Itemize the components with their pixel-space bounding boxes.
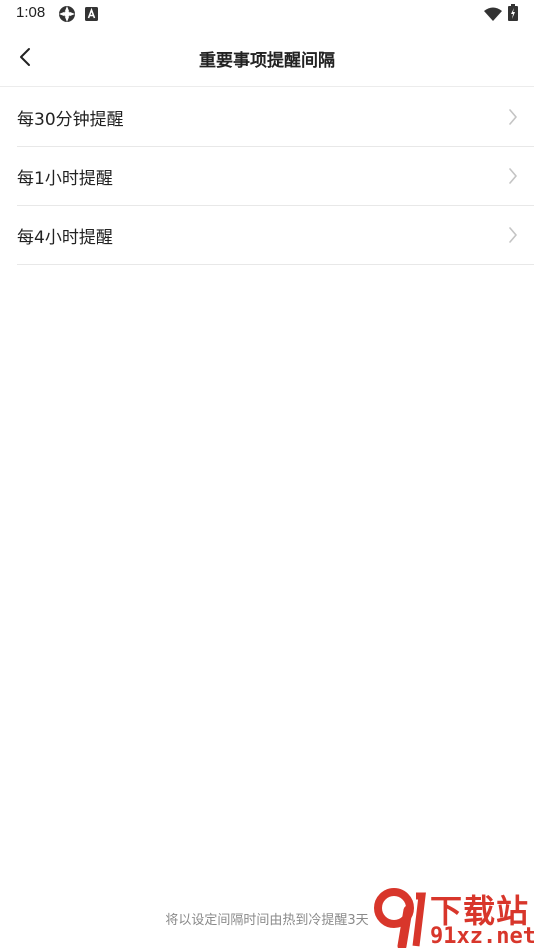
watermark-logo: 下载站 91xz.net <box>372 886 534 950</box>
navigation-bar: 重要事项提醒间隔 <box>0 30 534 87</box>
option-label: 每30分钟提醒 <box>17 109 124 130</box>
nine-one-logo-icon <box>372 888 428 950</box>
chevron-right-icon <box>508 227 518 243</box>
option-every-4-hours[interactable]: 每4小时提醒 <box>17 206 534 265</box>
option-every-30-minutes[interactable]: 每30分钟提醒 <box>17 88 534 147</box>
chevron-right-icon <box>508 168 518 184</box>
battery-charging-icon <box>508 4 518 25</box>
wifi-icon <box>484 6 502 25</box>
option-label: 每4小时提醒 <box>17 227 113 248</box>
watermark-brand-bottom: 91xz.net <box>430 924 534 949</box>
status-bar: 1:08 <box>0 0 534 28</box>
page-title: 重要事项提醒间隔 <box>199 51 335 71</box>
interval-options-list: 每30分钟提醒 每1小时提醒 每4小时提醒 <box>17 88 534 265</box>
option-label: 每1小时提醒 <box>17 168 113 189</box>
status-time: 1:08 <box>16 4 46 21</box>
a-box-icon <box>85 6 98 25</box>
option-every-1-hour[interactable]: 每1小时提醒 <box>17 147 534 206</box>
settings-gear-icon <box>58 5 76 27</box>
chevron-right-icon <box>508 109 518 125</box>
